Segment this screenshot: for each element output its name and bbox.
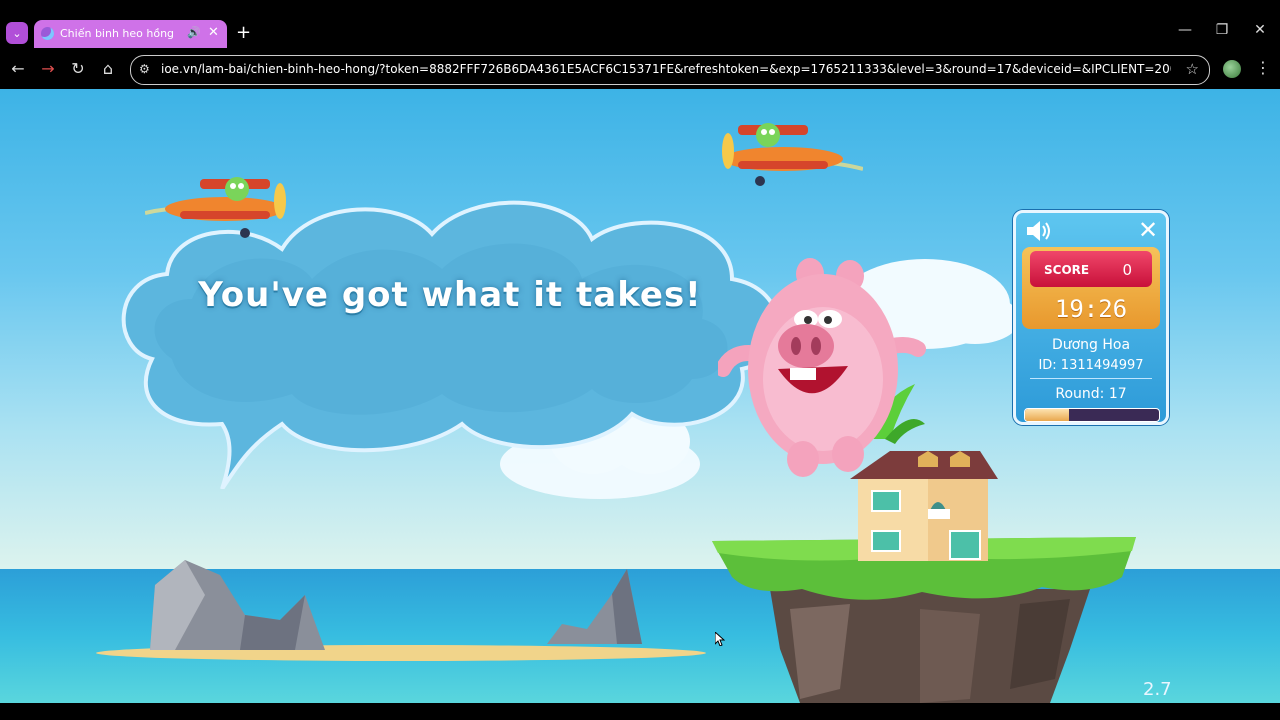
player-id: ID: 1311494997	[1038, 358, 1144, 373]
chevron-down-icon: ⌄	[12, 26, 22, 40]
tune-icon[interactable]: ⚙	[139, 62, 150, 76]
round-progress-bar	[1024, 408, 1160, 422]
more-vert-icon[interactable]: ⋮	[1255, 58, 1271, 77]
game-canvas[interactable]: You've got what it takes! ✕ SCORE 0 19:2…	[0, 89, 1280, 703]
close-icon[interactable]: ✕	[208, 25, 219, 40]
url-text[interactable]: ioe.vn/lam-bai/chien-binh-heo-hong/?toke…	[161, 62, 1171, 76]
close-icon[interactable]: ✕	[1138, 217, 1158, 243]
minimize-icon[interactable]: —	[1175, 22, 1195, 38]
sea-rock	[150, 560, 325, 650]
tab-title: Chiến binh heo hồng	[60, 27, 175, 40]
tab-search-button[interactable]: ⌄	[6, 22, 28, 44]
profile-avatar[interactable]	[1223, 60, 1241, 78]
score-box: SCORE 0 19:26	[1022, 247, 1160, 329]
countdown-timer: 19:26	[1054, 295, 1128, 323]
mouse-cursor-icon	[715, 632, 725, 646]
address-bar[interactable]: ⚙ ioe.vn/lam-bai/chien-binh-heo-hong/?to…	[130, 55, 1210, 85]
version-label: 2.7	[1143, 679, 1172, 700]
arrow-left-icon[interactable]: ←	[8, 59, 28, 78]
score-strip: SCORE 0	[1030, 251, 1152, 287]
round-progress-fill	[1025, 409, 1070, 421]
divider	[1030, 378, 1152, 379]
airplane-character	[722, 123, 863, 186]
sea-rock	[547, 569, 642, 644]
speaker-icon[interactable]	[1025, 219, 1053, 243]
window-close-icon[interactable]: ✕	[1250, 22, 1270, 38]
tab-strip: ⌄ Chiến binh heo hồng 🔊 ✕ + — ❐ ✕	[0, 0, 1280, 50]
window-bottom-edge	[0, 703, 1280, 720]
restore-icon[interactable]: ❐	[1212, 22, 1232, 38]
score-label: SCORE	[1044, 263, 1090, 277]
score-value: 0	[1122, 261, 1132, 279]
score-panel: ✕ SCORE 0 19:26 Dương Hoa ID: 1311494997…	[1013, 210, 1169, 425]
round-label: Round: 17	[1055, 386, 1127, 402]
favicon-icon	[41, 27, 54, 40]
browser-toolbar: ← → ↻ ⌂ ⚙ ioe.vn/lam-bai/chien-binh-heo-…	[0, 50, 1280, 88]
arrow-right-icon[interactable]: →	[38, 59, 58, 78]
plus-icon[interactable]: +	[236, 22, 251, 43]
airplane-character	[145, 177, 286, 238]
feedback-message: You've got what it takes!	[198, 275, 702, 315]
reload-icon[interactable]: ↻	[68, 59, 88, 78]
home-icon[interactable]: ⌂	[98, 59, 118, 78]
active-tab[interactable]: Chiến binh heo hồng 🔊 ✕	[34, 20, 227, 48]
player-name: Dương Hoa	[1051, 337, 1131, 353]
background-cloud	[930, 294, 1020, 344]
speaker-icon[interactable]: 🔊	[187, 26, 201, 39]
star-icon[interactable]: ☆	[1186, 60, 1199, 78]
pink-pig-warrior	[718, 258, 926, 477]
